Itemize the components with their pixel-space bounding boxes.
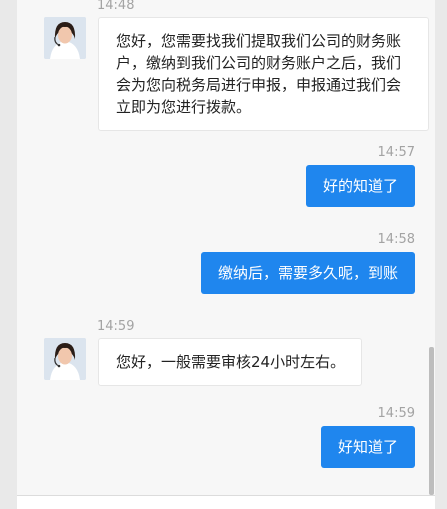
agent-avatar[interactable]: [44, 338, 86, 380]
outgoing-message-bubble: 好的知道了: [305, 165, 415, 207]
agent-avatar-image: [44, 338, 86, 380]
message-timestamp: 14:59: [97, 319, 135, 334]
input-bar[interactable]: [17, 495, 435, 509]
outgoing-message-bubble: 好知道了: [320, 426, 415, 468]
incoming-message-bubble: 您好，您需要找我们提取我们公司的财务账户，缴纳到我们公司的财务账户之后，我们会为…: [98, 17, 429, 131]
message-timestamp: 14:48: [97, 0, 135, 13]
incoming-message-bubble: 您好，一般需要审核24小时左右。: [98, 338, 363, 386]
message-timestamp: 14:57: [377, 145, 415, 160]
scrollbar[interactable]: [429, 347, 434, 495]
outgoing-message-bubble: 缴纳后，需要多久呢，到账: [200, 252, 415, 294]
agent-avatar[interactable]: [44, 17, 86, 59]
message-timestamp: 14:58: [377, 232, 415, 247]
message-timestamp: 14:59: [377, 406, 415, 421]
chat-panel[interactable]: 14:48 您好，您需要找我们提取我们公司的财务账户，缴纳到我们公司的财务账户之…: [17, 0, 435, 509]
agent-avatar-image: [44, 17, 86, 59]
